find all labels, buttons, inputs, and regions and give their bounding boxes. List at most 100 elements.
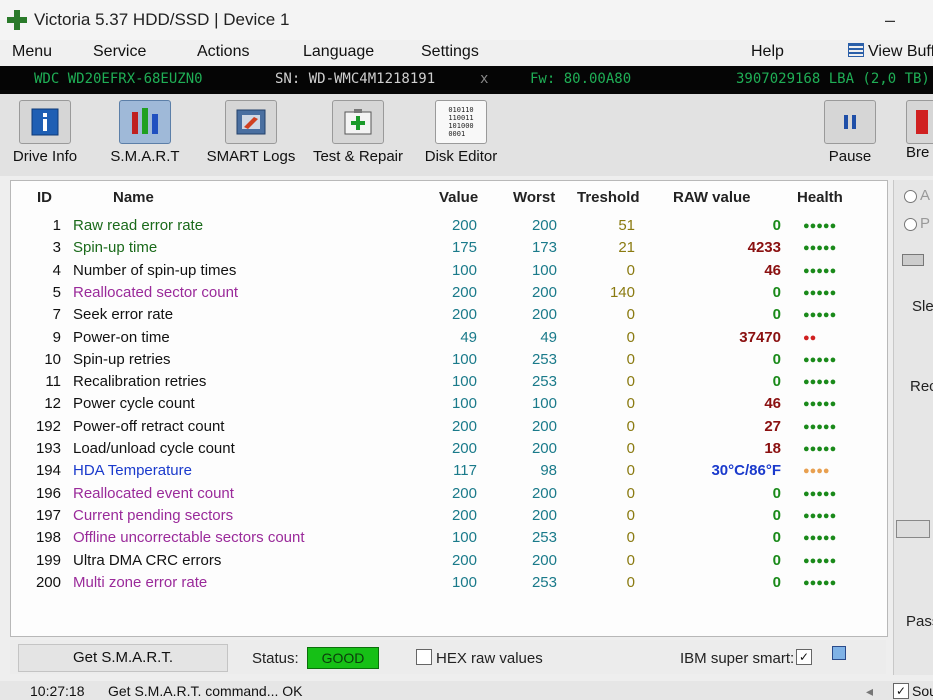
radio-p[interactable] <box>904 218 917 231</box>
table-row[interactable]: 196 Reallocated event count 200 200 0 0 ●●●●● <box>11 483 887 505</box>
passport-button[interactable]: Pass <box>906 613 933 630</box>
break-button[interactable]: Bre <box>906 100 933 161</box>
attr-id: 192 <box>35 417 61 435</box>
header-value: Value <box>439 189 479 206</box>
attr-id: 9 <box>52 328 61 346</box>
first-aid-icon <box>332 100 384 144</box>
attr-threshold: 0 <box>626 462 635 480</box>
view-buffer-button[interactable]: View Buffe <box>848 43 933 61</box>
menu-help[interactable]: Help <box>751 43 784 61</box>
info-icon <box>19 100 71 144</box>
test-repair-button[interactable]: Test & Repair <box>312 100 404 165</box>
device-close[interactable]: x <box>480 71 488 87</box>
attr-health: ●●●●● <box>803 242 837 255</box>
radio-a[interactable] <box>904 190 917 203</box>
attr-name: Seek error rate <box>73 306 174 324</box>
table-row[interactable]: 5 Reallocated sector count 200 200 140 0 ●●●●● <box>11 282 887 304</box>
attr-health: ●●●●● <box>803 376 837 389</box>
test-repair-label: Test & Repair <box>312 148 404 165</box>
attr-name: Multi zone error rate <box>73 573 208 591</box>
recalibrate-button[interactable]: Rec <box>910 378 933 395</box>
attr-worst: 200 <box>531 484 557 502</box>
smart-button[interactable]: S.M.A.R.T <box>110 100 180 165</box>
ibm-super-smart-checkbox[interactable]: ✓ <box>796 649 812 665</box>
menu-actions[interactable]: Actions <box>197 43 249 61</box>
sound-label: Sou <box>912 683 933 699</box>
attr-id: 12 <box>44 395 61 413</box>
attr-health: ●●●● <box>803 465 830 478</box>
menu-service[interactable]: Service <box>93 43 146 61</box>
attr-health: ●●●●● <box>803 286 837 299</box>
attr-id: 10 <box>44 350 61 368</box>
status-badge: GOOD <box>307 647 379 669</box>
attr-threshold: 0 <box>626 440 635 457</box>
attr-value: 200 <box>451 440 477 457</box>
table-row[interactable]: 198 Offline uncorrectable sectors count 10… <box>11 527 887 549</box>
table-row[interactable]: 194 HDA Temperature 117 98 0 30°C/86°F ●●●● <box>11 460 887 482</box>
disk-editor-label: Disk Editor <box>424 148 498 165</box>
attr-worst: 98 <box>540 462 557 480</box>
table-row[interactable]: 199 Ultra DMA CRC errors 200 200 0 0 ●●●●● <box>11 550 887 572</box>
menu-settings[interactable]: Settings <box>421 43 479 61</box>
attr-worst: 100 <box>531 261 557 279</box>
sound-checkbox[interactable]: ✓ <box>893 683 909 699</box>
disk-editor-button[interactable]: 010110 110011 101000 0001 Disk Editor <box>424 100 498 165</box>
table-row[interactable]: 10 Spin-up retries 100 253 0 0 ●●●●● <box>11 349 887 371</box>
title-bar: Victoria 5.37 HDD/SSD | Device 1 – <box>0 0 933 40</box>
attr-name: Current pending sectors <box>73 506 234 524</box>
attr-raw: 30°C/86°F <box>711 462 781 480</box>
table-row[interactable]: 192 Power-off retract count 200 200 0 27 ●●●●● <box>11 416 887 438</box>
get-smart-button[interactable]: Get S.M.A.R.T. <box>18 644 228 672</box>
attr-name: Spin-up retries <box>73 350 171 368</box>
menu-menu[interactable]: Menu <box>12 43 52 61</box>
attr-raw: 4233 <box>747 239 781 257</box>
table-row[interactable]: 11 Recalibration retries 100 253 0 0 ●●●●● <box>11 371 887 393</box>
ibm-super-smart-label: IBM super smart: <box>680 650 795 667</box>
attr-id: 193 <box>35 440 61 457</box>
window-title: Victoria 5.37 HDD/SSD | Device 1 <box>34 10 290 29</box>
pause-button[interactable]: Pause <box>824 100 876 165</box>
table-row[interactable]: 12 Power cycle count 100 100 0 46 ●●●●● <box>11 393 887 415</box>
toolbar: Drive Info S.M.A.R.T SMART Logs Test & R… <box>0 94 933 176</box>
attr-name: Load/unload cycle count <box>73 440 235 457</box>
status-label: Status: <box>252 650 299 667</box>
attr-raw: 0 <box>772 306 781 324</box>
table-row[interactable]: 200 Multi zone error rate 100 253 0 0 ●●●●● <box>11 572 887 594</box>
scroll-left-icon[interactable]: ◂ <box>866 683 873 700</box>
menu-language[interactable]: Language <box>303 43 374 61</box>
log-time: 10:27:18 <box>30 683 85 699</box>
attr-id: 197 <box>35 506 61 524</box>
attr-name: Power cycle count <box>73 395 195 413</box>
side-button[interactable] <box>896 520 930 538</box>
attr-raw: 0 <box>772 529 781 547</box>
table-row[interactable]: 193 Load/unload cycle count 200 200 0 18 ●●●●● <box>11 438 887 460</box>
attr-threshold: 0 <box>626 573 635 591</box>
attr-worst: 200 <box>531 440 557 457</box>
attr-health: ●●●●● <box>803 264 837 277</box>
table-row[interactable]: 3 Spin-up time 175 173 21 4233 ●●●●● <box>11 237 887 259</box>
drive-info-button[interactable]: Drive Info <box>10 100 80 165</box>
attr-id: 198 <box>35 529 61 547</box>
minimize-button[interactable]: – <box>885 10 895 31</box>
attr-value: 100 <box>451 373 477 391</box>
table-row[interactable]: 4 Number of spin-up times 100 100 0 46 ●●●●● <box>11 260 887 282</box>
hex-raw-checkbox[interactable] <box>416 649 432 665</box>
attr-health: ●●●●● <box>803 487 837 500</box>
attr-raw: 0 <box>772 217 781 234</box>
smart-label: S.M.A.R.T <box>110 148 180 165</box>
attr-worst: 49 <box>540 328 557 346</box>
attr-health: ●●●●● <box>803 398 837 411</box>
attr-worst: 200 <box>531 283 557 301</box>
device-capacity: 3907029168 LBA (2,0 TB) <box>736 71 930 87</box>
sleep-button[interactable]: Sle <box>912 298 933 315</box>
device-model[interactable]: WDC WD20EFRX-68EUZN0 <box>34 71 203 87</box>
attr-worst: 100 <box>531 395 557 413</box>
table-row[interactable]: 9 Power-on time 49 49 0 37470 ●● <box>11 327 887 349</box>
smart-logs-button[interactable]: SMART Logs <box>206 100 296 165</box>
table-row[interactable]: 197 Current pending sectors 200 200 0 0 ●●●●● <box>11 505 887 527</box>
table-row[interactable]: 7 Seek error rate 200 200 0 0 ●●●●● <box>11 304 887 326</box>
header-raw: RAW value <box>673 189 751 206</box>
table-row[interactable]: 1 Raw read error rate 200 200 51 0 ●●●●● <box>11 215 887 237</box>
header-worst: Worst <box>513 189 556 206</box>
attr-raw: 0 <box>772 506 781 524</box>
